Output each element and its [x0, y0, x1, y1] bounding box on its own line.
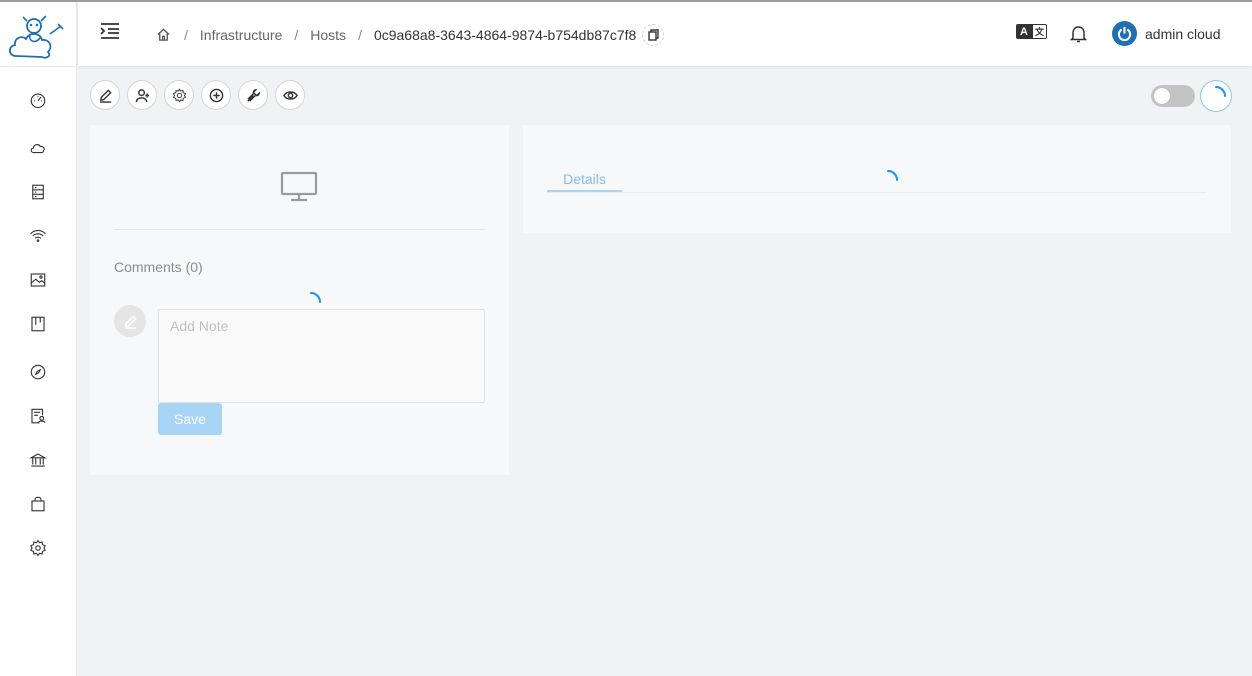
account-icon [31, 408, 46, 424]
add-button[interactable] [201, 80, 231, 110]
comments-title: Comments (0) [114, 259, 203, 275]
compass-icon [30, 364, 46, 380]
breadcrumb-separator: / [184, 27, 188, 43]
sidebar [0, 2, 77, 676]
notifications-bell-icon[interactable] [1069, 25, 1088, 43]
sidebar-item-projects[interactable] [27, 361, 49, 383]
action-toolbar [90, 80, 305, 110]
tab-details[interactable]: Details [547, 163, 622, 192]
indent-icon [100, 23, 119, 39]
maintenance-button[interactable] [238, 80, 268, 110]
image-icon [30, 273, 46, 287]
wrench-icon [246, 88, 260, 102]
edit-icon [99, 88, 112, 103]
copy-id-button[interactable] [642, 24, 665, 46]
sidebar-item-storage[interactable] [27, 181, 49, 203]
monitor-icon [280, 171, 318, 203]
copy-icon [648, 29, 659, 41]
add-user-icon [135, 88, 149, 102]
cloud-icon [30, 144, 45, 154]
edit-host-button[interactable] [90, 80, 120, 110]
note-avatar [114, 305, 146, 337]
user-name: admin cloud [1145, 25, 1221, 42]
panel-divider [114, 229, 485, 230]
sidebar-divider [0, 66, 77, 67]
tab-details-label: Details [563, 171, 606, 187]
toggle-knob [1153, 87, 1171, 105]
breadcrumb-current-host-id: 0c9a68a8-3643-4864-9874-b754db87c7f8 [373, 27, 637, 43]
language-switch-icon[interactable]: A文 [1016, 24, 1048, 44]
menu-toggle-button[interactable] [100, 22, 122, 42]
sidebar-item-compute[interactable] [27, 137, 49, 159]
add-note-input[interactable] [158, 309, 485, 403]
breadcrumb-infrastructure[interactable]: Infrastructure [200, 27, 282, 43]
details-panel: Details [523, 125, 1231, 233]
bank-icon [29, 453, 47, 467]
breadcrumb-separator: / [358, 27, 362, 43]
sidebar-item-events[interactable] [27, 313, 49, 335]
settings-button[interactable] [164, 80, 194, 110]
sidebar-item-configuration[interactable] [27, 537, 49, 559]
save-note-button[interactable]: Save [158, 403, 222, 435]
tab-bar-divider [547, 192, 1207, 193]
dashboard-icon [30, 93, 46, 109]
sidebar-item-dashboard[interactable] [27, 89, 49, 111]
sidebar-item-offerings[interactable] [27, 493, 49, 515]
power-icon [1117, 26, 1132, 41]
edit-icon [124, 314, 137, 329]
shopping-bag-icon [31, 496, 45, 512]
sidebar-item-network[interactable] [27, 225, 49, 247]
loading-spinner-icon [1215, 86, 1226, 97]
top-header: / Infrastructure / Hosts / 0c9a68a8-3643… [78, 2, 1252, 66]
user-avatar [1112, 21, 1137, 46]
breadcrumb-separator: / [294, 27, 299, 43]
gear-icon [30, 539, 46, 557]
plus-circle-icon [209, 88, 223, 102]
auto-refresh-toggle[interactable] [1151, 85, 1195, 107]
user-menu[interactable]: admin cloud [1112, 21, 1221, 46]
home-icon[interactable] [156, 27, 172, 43]
eye-icon [282, 90, 298, 100]
logo[interactable] [6, 12, 66, 62]
sidebar-item-domains[interactable] [27, 449, 49, 471]
gear-icon [172, 87, 186, 103]
storage-icon [32, 184, 44, 200]
sidebar-item-images[interactable] [27, 269, 49, 291]
sidebar-item-accounts[interactable] [27, 405, 49, 427]
view-button[interactable] [275, 80, 305, 110]
wifi-icon [30, 229, 46, 242]
breadcrumb-hosts[interactable]: Hosts [310, 27, 346, 43]
refresh-button[interactable] [1200, 80, 1232, 112]
dedicate-host-button[interactable] [127, 80, 157, 110]
events-icon [31, 316, 45, 332]
breadcrumb: / Infrastructure / Hosts / 0c9a68a8-3643… [156, 24, 665, 46]
host-info-panel: Comments (0) Save [90, 125, 509, 475]
loading-spinner-icon [877, 169, 899, 191]
